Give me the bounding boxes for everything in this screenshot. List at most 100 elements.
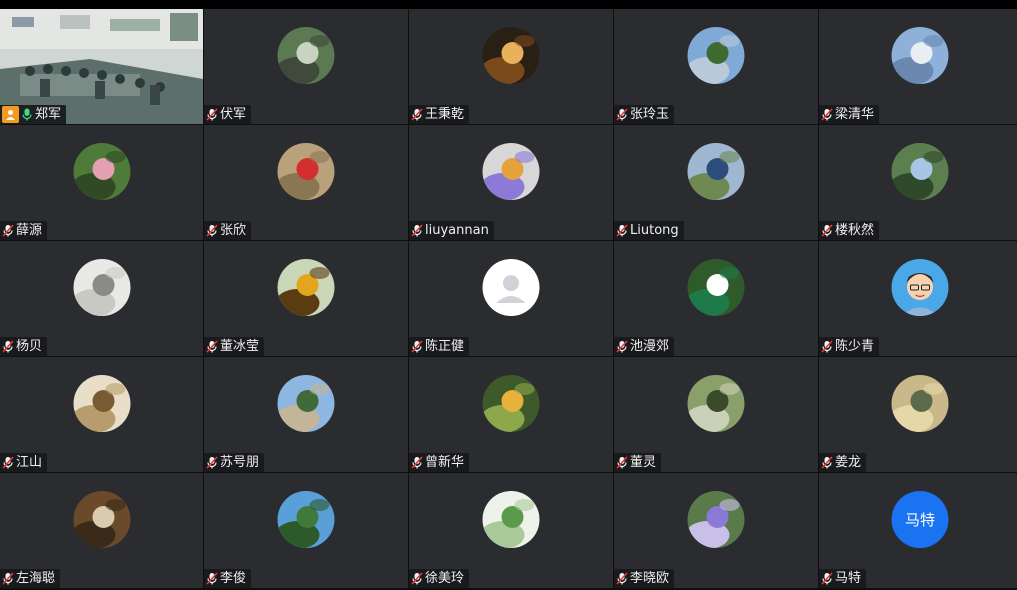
participant-tile[interactable]: 左海聪 (0, 473, 203, 588)
participant-name: 薛源 (16, 223, 43, 238)
participant-name: 张玲玉 (630, 107, 670, 122)
avatar (891, 27, 949, 84)
mic-muted-icon (821, 572, 833, 585)
participant-name: 李俊 (220, 571, 247, 586)
mic-active-icon (21, 108, 33, 121)
mic-muted-icon (616, 108, 628, 121)
avatar (891, 375, 949, 432)
participant-tile[interactable]: 徐美玲 (409, 473, 613, 588)
mic-muted-icon (206, 224, 218, 237)
participant-name: 曾新华 (425, 455, 465, 470)
mic-muted-icon (821, 456, 833, 469)
participant-tile[interactable]: 李俊 (204, 473, 408, 588)
avatar (482, 27, 540, 84)
participant-name: Liutong (630, 223, 679, 238)
participant-tile[interactable]: 董灵 (614, 357, 818, 472)
participant-tile[interactable]: 李晓欧 (614, 473, 818, 588)
mic-muted-icon (2, 456, 14, 469)
participant-name-tag: liuyannan (409, 221, 494, 240)
participant-name-tag: 董灵 (614, 453, 662, 472)
participant-tile[interactable]: 伏军 (204, 9, 408, 124)
participant-name-tag: 张欣 (204, 221, 252, 240)
participant-tile[interactable]: 梁清华 (819, 9, 1017, 124)
participant-tile[interactable]: liuyannan (409, 125, 613, 240)
participant-tile[interactable]: 姜龙 (819, 357, 1017, 472)
participant-name-tag: 董冰莹 (204, 337, 265, 356)
avatar (73, 259, 130, 316)
mic-muted-icon (821, 340, 833, 353)
participant-name-tag: 伏军 (204, 105, 252, 124)
participant-name: 楼秋然 (835, 223, 875, 238)
mic-muted-icon (411, 572, 423, 585)
participant-name: 池漫郊 (630, 339, 670, 354)
mic-muted-icon (411, 456, 423, 469)
avatar (482, 143, 540, 200)
participant-name: 伏军 (220, 107, 247, 122)
mic-muted-icon (821, 224, 833, 237)
participant-tile[interactable]: 张欣 (204, 125, 408, 240)
host-icon (2, 106, 19, 123)
participant-name-tag: 江山 (0, 453, 48, 472)
avatar-initials: 马特 (904, 511, 935, 529)
participant-tile[interactable]: 池漫郊 (614, 241, 818, 356)
participant-name: liuyannan (425, 223, 489, 238)
participant-name-tag: 陈少青 (819, 337, 880, 356)
mic-muted-icon (2, 340, 14, 353)
participant-tile[interactable]: 曾新华 (409, 357, 613, 472)
avatar (687, 491, 745, 548)
mic-muted-icon (411, 224, 423, 237)
participant-name-tag: 陈正健 (409, 337, 470, 356)
mic-muted-icon (206, 572, 218, 585)
participant-tile[interactable]: 马特 马特 (819, 473, 1017, 588)
participant-tile[interactable]: Liutong (614, 125, 818, 240)
participant-name: 董冰莹 (220, 339, 260, 354)
participant-name: 李晓欧 (630, 571, 670, 586)
participant-name: 陈少青 (835, 339, 875, 354)
mic-muted-icon (616, 572, 628, 585)
avatar (277, 27, 335, 84)
avatar (482, 375, 540, 432)
avatar (482, 491, 540, 548)
participant-name: 张欣 (220, 223, 247, 238)
participant-name-tag: 左海聪 (0, 569, 61, 588)
avatar (277, 375, 335, 432)
participant-name-tag: 张玲玉 (614, 105, 675, 124)
mic-muted-icon (206, 108, 218, 121)
participant-tile[interactable]: 楼秋然 (819, 125, 1017, 240)
avatar (891, 143, 949, 200)
mic-muted-icon (206, 456, 218, 469)
mic-muted-icon (616, 340, 628, 353)
participant-name: 江山 (16, 455, 43, 470)
participant-tile[interactable]: 张玲玉 (614, 9, 818, 124)
participant-name-tag: 李俊 (204, 569, 252, 588)
participant-tile[interactable]: 王秉乾 (409, 9, 613, 124)
avatar (73, 143, 130, 200)
participant-tile[interactable]: 薛源 (0, 125, 203, 240)
participant-tile[interactable]: 杨贝 (0, 241, 203, 356)
participant-tile[interactable]: 郑军 (0, 9, 203, 124)
participant-tile[interactable]: 江山 (0, 357, 203, 472)
participant-grid: 郑军 伏军 王秉乾 张玲玉 梁清华薛源 张欣 liuyannan Liutong 楼秋然杨贝 董冰… (0, 9, 1017, 588)
participant-name: 梁清华 (835, 107, 875, 122)
participant-name-tag: 曾新华 (409, 453, 470, 472)
avatar (687, 143, 745, 200)
participant-name-tag: 薛源 (0, 221, 48, 240)
participant-name: 王秉乾 (425, 107, 465, 122)
participant-name: 姜龙 (835, 455, 862, 470)
participant-tile[interactable]: 陈少青 (819, 241, 1017, 356)
participant-name-tag: 杨贝 (0, 337, 48, 356)
participant-name-tag: 姜龙 (819, 453, 867, 472)
mic-muted-icon (411, 108, 423, 121)
participant-tile[interactable]: 苏号朋 (204, 357, 408, 472)
participant-name: 陈正健 (425, 339, 465, 354)
top-bar (0, 0, 1017, 9)
participant-name-tag: 郑军 (0, 105, 67, 124)
participant-name: 杨贝 (16, 339, 43, 354)
participant-tile[interactable]: 董冰莹 (204, 241, 408, 356)
participant-tile[interactable]: 陈正健 (409, 241, 613, 356)
mic-muted-icon (616, 456, 628, 469)
mic-muted-icon (821, 108, 833, 121)
mic-muted-icon (206, 340, 218, 353)
avatar (891, 259, 949, 316)
avatar (482, 259, 540, 316)
